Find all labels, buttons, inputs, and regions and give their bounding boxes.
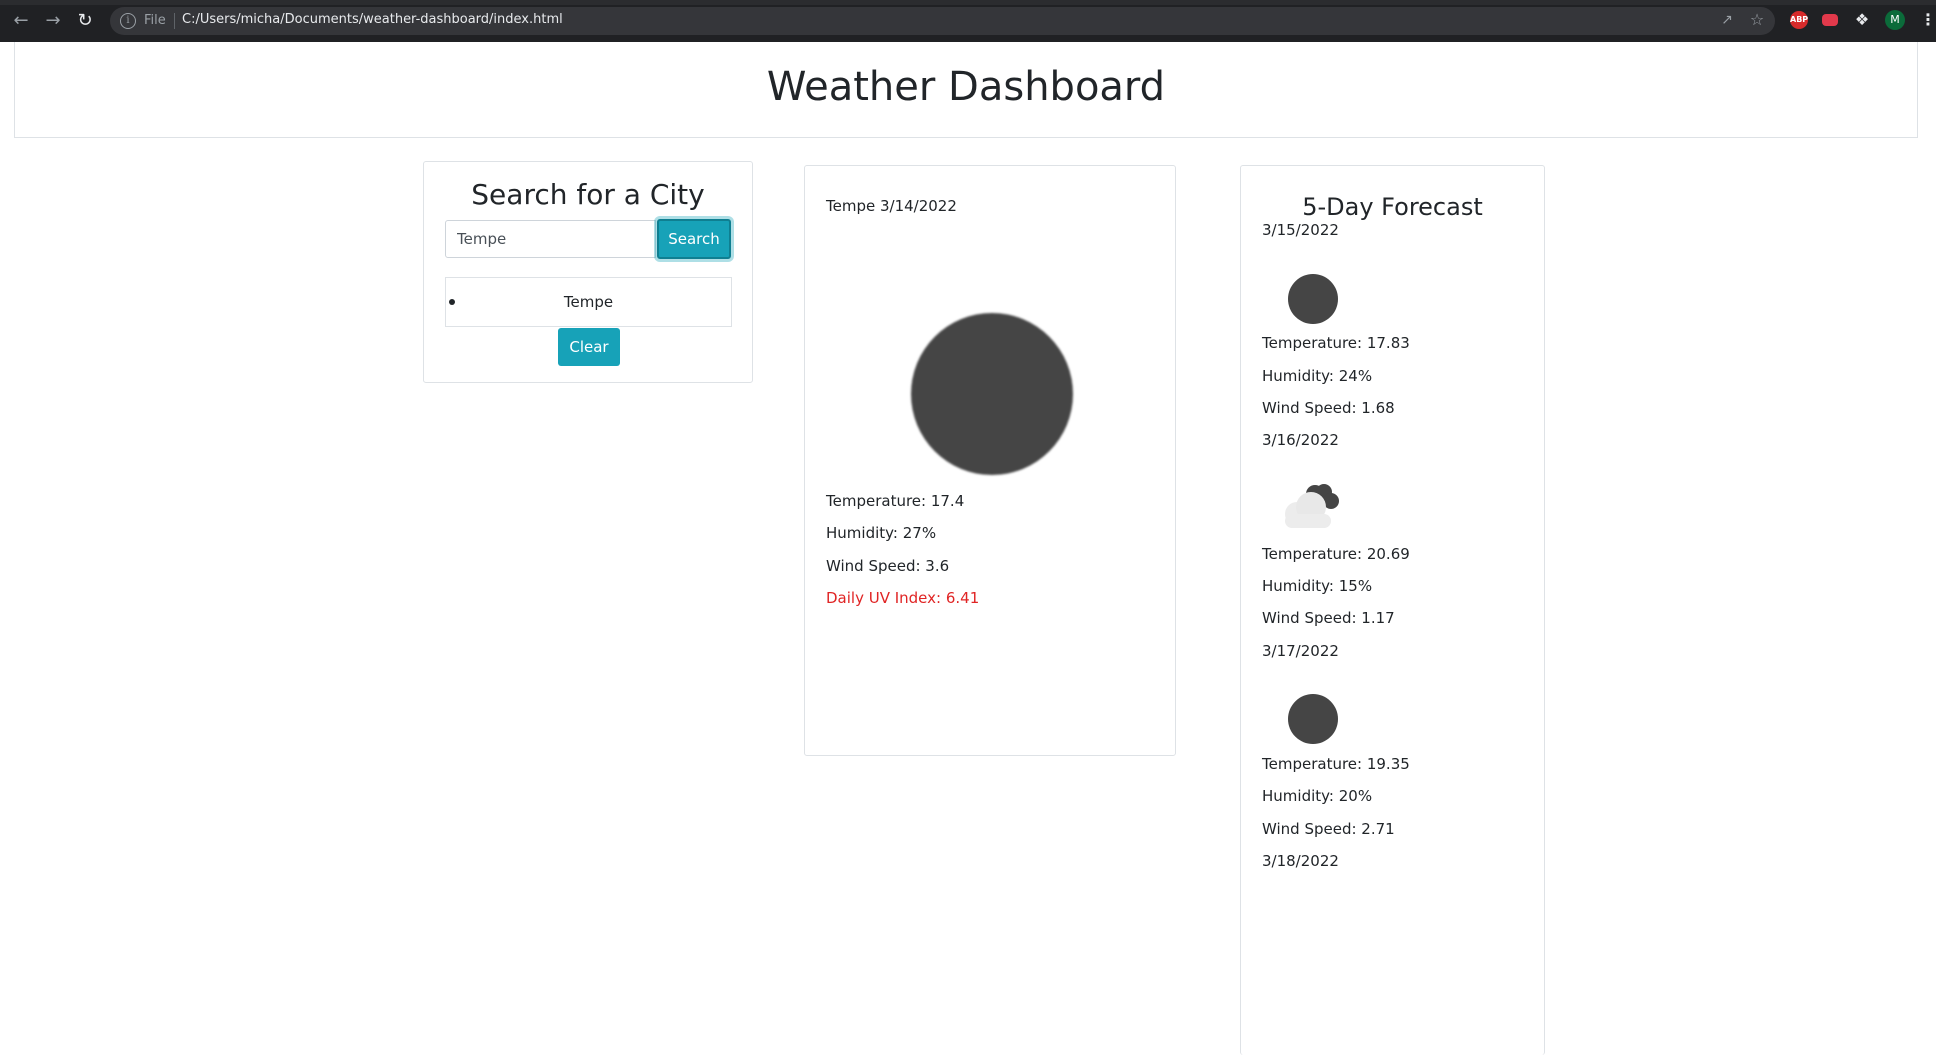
forecast-humidity: Humidity: 15% (1262, 577, 1373, 595)
clear-sky-icon (1288, 274, 1338, 324)
partly-cloudy-icon (1285, 484, 1339, 528)
search-button[interactable]: Search (657, 219, 731, 259)
forecast-wind-speed: Wind Speed: 1.17 (1262, 609, 1395, 627)
forecast-wind-speed: Wind Speed: 2.71 (1262, 820, 1395, 838)
search-history-list: Tempe (445, 277, 732, 327)
forecast-temperature: Temperature: 20.69 (1262, 545, 1410, 563)
forecast-date: 3/16/2022 (1262, 431, 1339, 449)
forecast-card: 5-Day Forecast 3/15/2022 Temperature: 17… (1240, 165, 1545, 1055)
forecast-wind-speed: Wind Speed: 1.68 (1262, 399, 1395, 417)
adblock-extension-icon[interactable]: ABP (1790, 11, 1808, 29)
forecast-temperature: Temperature: 19.35 (1262, 755, 1410, 773)
recorder-extension-icon[interactable] (1822, 14, 1838, 26)
bullet-icon (449, 299, 455, 305)
tab-strip (0, 0, 1936, 5)
reload-icon[interactable]: ↻ (74, 10, 96, 32)
forecast-humidity: Humidity: 20% (1262, 787, 1373, 805)
forecast-title: 5-Day Forecast (1302, 193, 1483, 221)
clear-sky-icon (911, 313, 1073, 475)
address-separator (174, 13, 175, 29)
clear-button[interactable]: Clear (558, 328, 620, 366)
header: Weather Dashboard (14, 42, 1918, 138)
current-wind-speed: Wind Speed: 3.6 (826, 557, 950, 575)
browser-toolbar: ← → ↻ i File C:/Users/micha/Documents/we… (0, 0, 1936, 42)
clear-sky-icon (1288, 694, 1338, 744)
current-temperature: Temperature: 17.4 (826, 492, 965, 510)
forecast-humidity: Humidity: 24% (1262, 367, 1373, 385)
forward-icon[interactable]: → (42, 10, 64, 32)
profile-avatar[interactable]: M (1885, 10, 1905, 30)
address-bar[interactable]: i File C:/Users/micha/Documents/weather-… (110, 7, 1775, 35)
scheme-label: File (144, 13, 166, 28)
forecast-date: 3/18/2022 (1262, 852, 1339, 870)
forecast-date: 3/15/2022 (1262, 221, 1339, 239)
url-text[interactable]: C:/Users/micha/Documents/weather-dashboa… (182, 12, 563, 27)
history-item-label: Tempe (563, 293, 614, 311)
page-title: Weather Dashboard (766, 64, 1166, 110)
page-content: Weather Dashboard Search for a City Sear… (0, 42, 1936, 1055)
back-icon[interactable]: ← (10, 10, 32, 32)
history-item[interactable]: Tempe (446, 278, 731, 326)
info-icon[interactable]: i (120, 13, 136, 29)
current-uv-index: Daily UV Index: 6.41 (826, 589, 980, 607)
search-card: Search for a City Search Tempe Clear (423, 161, 753, 383)
current-heading: Tempe 3/14/2022 (826, 197, 957, 215)
city-search-input[interactable] (445, 220, 656, 258)
share-icon[interactable]: ↗ (1719, 12, 1735, 28)
forecast-date: 3/17/2022 (1262, 642, 1339, 660)
search-title: Search for a City (471, 178, 705, 211)
browser-menu-icon[interactable]: ⋮ (1920, 11, 1936, 29)
current-humidity: Humidity: 27% (826, 524, 937, 542)
current-weather-card: Tempe 3/14/2022 Temperature: 17.4 Humidi… (804, 165, 1176, 756)
extensions-puzzle-icon[interactable]: ❖ (1853, 11, 1871, 29)
bookmark-star-icon[interactable]: ☆ (1747, 10, 1767, 30)
forecast-temperature: Temperature: 17.83 (1262, 334, 1410, 352)
